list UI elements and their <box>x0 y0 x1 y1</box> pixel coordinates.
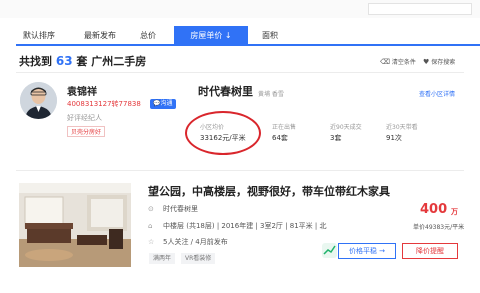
listing-followers-text: 5人关注 / 4月前发布 <box>163 238 228 246</box>
agent-name[interactable]: 袁锦祥 <box>67 83 97 98</box>
listing-followers: ☆ 5人关注 / 4月前发布 <box>148 237 228 247</box>
sort-tabs: 默认排序 最新发布 总价 房屋单价 ↓ 面积 <box>16 26 480 46</box>
divider <box>16 170 464 171</box>
stat-label: 近30天带看 <box>386 124 418 131</box>
price-drop-alert-button[interactable]: 降价提醒 <box>402 243 458 259</box>
divider <box>16 72 464 73</box>
agent-shop-badge[interactable]: 贝壳分房好 <box>67 126 106 137</box>
listing-photo[interactable] <box>19 183 131 267</box>
result-count: 63 <box>55 54 73 68</box>
total-price: 400 <box>420 202 448 217</box>
stat-value: 64套 <box>272 134 288 142</box>
location-icon: ⊙ <box>148 205 154 213</box>
heart-icon: ♥ <box>423 57 430 66</box>
chat-label: 沟通 <box>160 100 173 107</box>
agent-phone: 4008313127转77838 <box>67 100 141 108</box>
top-bar <box>0 0 480 18</box>
annotation-circle <box>185 111 261 155</box>
tab-total-price[interactable]: 总价 <box>128 26 168 46</box>
clear-conditions-button[interactable]: ⌫ 清空条件 <box>380 57 416 67</box>
clear-conditions-label: 清空条件 <box>391 59 416 66</box>
price-trend-button[interactable]: 价格平稳 → <box>338 243 396 259</box>
eraser-icon: ⌫ <box>380 57 390 66</box>
community-detail-link[interactable]: 查看小区详情 <box>419 89 455 98</box>
search-box[interactable] <box>368 3 472 15</box>
stat-value: 91次 <box>386 134 402 142</box>
chat-button[interactable]: 💬沟通 <box>150 99 176 109</box>
listing-community: ⊙ 时代春树里 <box>148 204 198 214</box>
stat-deals-90d: 近90天成交 3套 <box>330 122 362 143</box>
stat-on-sale: 正在出售 64套 <box>272 122 296 143</box>
save-search-button[interactable]: ♥ 保存搜索 <box>423 57 456 67</box>
tab-area[interactable]: 面积 <box>250 26 290 46</box>
community-area: 黄埔 香雪 <box>258 91 284 98</box>
agent-rating: 好评经纪人 <box>67 114 102 122</box>
unit-price: 单价49383元/平米 <box>413 224 465 231</box>
save-search-label: 保存搜索 <box>431 59 456 66</box>
price-unit: 万 <box>451 208 458 216</box>
stat-visits-30d: 近30天带看 91次 <box>386 122 418 143</box>
tab-default-sort[interactable]: 默认排序 <box>16 26 62 46</box>
chart-icon <box>322 243 337 258</box>
result-summary: 共找到 63 套 广州二手房 <box>19 53 146 69</box>
listing-title[interactable]: 望公园，中高楼层，视野很好，带车位带红木家具 <box>148 183 390 199</box>
home-icon: ⌂ <box>148 222 153 230</box>
avatar[interactable] <box>20 82 57 119</box>
summary-suffix: 套 广州二手房 <box>76 55 147 68</box>
tab-unit-price[interactable]: 房屋单价 ↓ <box>174 26 248 46</box>
listing-details: ⌂ 中楼层 (共18层) | 2016年建 | 3室2厅 | 81平米 | 北 <box>148 221 326 231</box>
listing-details-text: 中楼层 (共18层) | 2016年建 | 3室2厅 | 81平米 | 北 <box>163 222 327 230</box>
listing-community-link[interactable]: 时代春树里 <box>163 204 198 214</box>
stat-label: 正在出售 <box>272 124 297 131</box>
community-name[interactable]: 时代春树里 <box>198 83 253 99</box>
stat-value: 3套 <box>330 134 342 142</box>
star-icon: ☆ <box>148 238 155 246</box>
summary-prefix: 共找到 <box>19 55 52 68</box>
tab-newest[interactable]: 最新发布 <box>74 26 126 46</box>
stat-label: 近90天成交 <box>330 124 362 131</box>
tag-two-years: 满两年 <box>149 253 176 264</box>
tag-vr: VR看装修 <box>181 253 216 264</box>
